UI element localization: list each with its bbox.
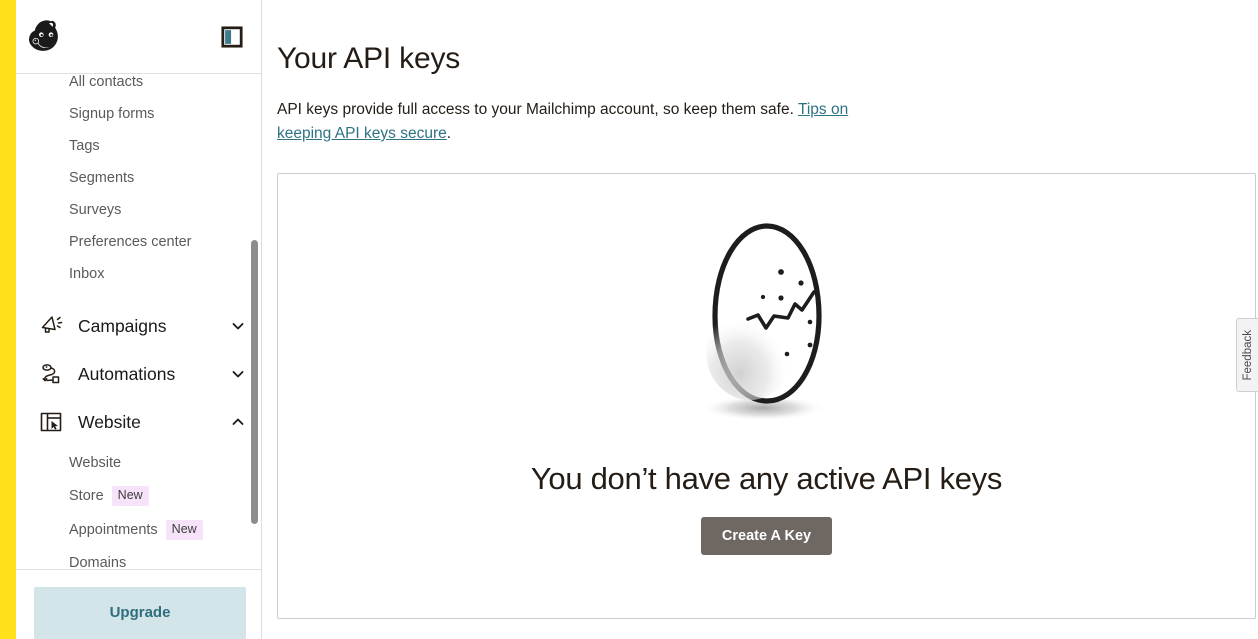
sidebar-item-store[interactable]: Store New — [16, 479, 261, 513]
chevron-down-icon[interactable] — [231, 367, 245, 381]
sidebar-item-signup-forms[interactable]: Signup forms — [16, 98, 261, 130]
brand-accent-rail — [0, 0, 16, 639]
page-title: Your API keys — [277, 42, 461, 75]
cracked-egg-illustration — [700, 223, 825, 421]
mailchimp-api-keys-page: All contacts Signup forms Tags Segments … — [0, 0, 1258, 639]
sidebar-group-label: Campaigns — [78, 316, 167, 336]
sidebar-item-tags[interactable]: Tags — [16, 130, 261, 162]
website-window-icon — [40, 412, 62, 432]
sidebar: All contacts Signup forms Tags Segments … — [16, 0, 262, 639]
new-badge: New — [165, 520, 203, 540]
sidebar-item-inbox[interactable]: Inbox — [16, 258, 261, 290]
sidebar-item-label: Domains — [69, 555, 127, 569]
sidebar-item-domains[interactable]: Domains — [16, 547, 261, 569]
sidebar-group-label: Automations — [78, 364, 176, 384]
automation-flow-icon — [42, 364, 60, 384]
api-keys-empty-state-card: You don’t have any active API keys Creat… — [277, 173, 1256, 619]
sidebar-item-label: Surveys — [69, 202, 122, 218]
sidebar-group-website[interactable]: Website — [16, 398, 261, 446]
sidebar-item-label: Tags — [69, 138, 100, 154]
page-description-text: API keys provide full access to your Mai… — [277, 101, 798, 118]
sidebar-scroll-area: All contacts Signup forms Tags Segments … — [16, 74, 261, 569]
sidebar-item-label: Preferences center — [69, 234, 192, 250]
sidebar-item-label: Inbox — [69, 266, 105, 282]
chevron-down-icon[interactable] — [231, 319, 245, 333]
collapse-sidebar-icon[interactable] — [221, 25, 243, 48]
sidebar-group-campaigns[interactable]: Campaigns — [16, 302, 261, 350]
sidebar-item-label: Signup forms — [69, 106, 155, 122]
sidebar-item-website[interactable]: Website — [16, 446, 261, 479]
sidebar-header — [16, 0, 261, 74]
megaphone-icon — [41, 316, 63, 333]
create-a-key-button[interactable]: Create A Key — [700, 517, 833, 555]
sidebar-item-all-contacts[interactable]: All contacts — [16, 74, 261, 98]
page-description-suffix: . — [446, 125, 452, 142]
sidebar-item-label: All contacts — [69, 74, 144, 90]
feedback-tab[interactable]: Feedback — [1236, 318, 1258, 392]
sidebar-group-automations[interactable]: Automations — [16, 350, 261, 398]
sidebar-item-preferences-center[interactable]: Preferences center — [16, 226, 261, 258]
upgrade-button[interactable]: Upgrade — [34, 587, 246, 639]
sidebar-footer: Upgrade — [16, 569, 261, 639]
sidebar-item-label: Segments — [69, 170, 135, 186]
chevron-up-icon[interactable] — [231, 415, 245, 429]
sidebar-group-label: Website — [78, 412, 141, 432]
feedback-tab-label: Feedback — [1241, 329, 1254, 381]
sidebar-item-label: Website — [69, 455, 122, 471]
mailchimp-freddie-logo[interactable] — [22, 14, 68, 60]
empty-state-title: You don’t have any active API keys — [530, 461, 1003, 496]
sidebar-item-appointments[interactable]: Appointments New — [16, 513, 261, 547]
sidebar-item-surveys[interactable]: Surveys — [16, 194, 261, 226]
new-badge: New — [111, 486, 149, 506]
main-content: Your API keys API keys provide full acce… — [262, 0, 1258, 639]
sidebar-scrollbar-thumb[interactable] — [251, 240, 258, 524]
sidebar-item-label: Appointments — [69, 522, 158, 538]
sidebar-item-label: Store — [69, 488, 104, 504]
page-description: API keys provide full access to your Mai… — [277, 98, 902, 146]
sidebar-item-segments[interactable]: Segments — [16, 162, 261, 194]
